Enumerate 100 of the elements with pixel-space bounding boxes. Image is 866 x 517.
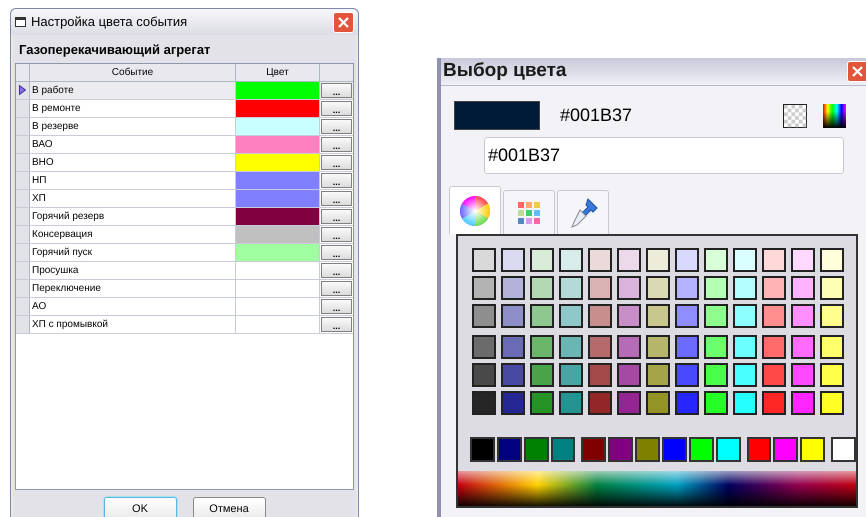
color-swatch[interactable]: [704, 363, 728, 387]
picker-tab[interactable]: [557, 190, 609, 234]
color-swatch[interactable]: [530, 335, 554, 359]
table-row[interactable]: ВАО ...: [16, 136, 353, 154]
color-swatch[interactable]: [791, 335, 815, 359]
table-row[interactable]: Горячий пуск ...: [16, 244, 353, 262]
color-swatch[interactable]: [704, 304, 728, 328]
color-swatch[interactable]: [733, 391, 757, 415]
color-swatch[interactable]: [791, 363, 815, 387]
color-swatch[interactable]: [820, 248, 844, 272]
color-swatch[interactable]: [646, 335, 670, 359]
color-swatch[interactable]: [820, 391, 844, 415]
color-swatch[interactable]: [530, 391, 554, 415]
color-swatch[interactable]: [530, 248, 554, 272]
choose-color-button[interactable]: ...: [321, 316, 352, 332]
color-swatch[interactable]: [773, 437, 798, 462]
color-swatch[interactable]: [733, 335, 757, 359]
color-swatch[interactable]: [675, 363, 699, 387]
color-swatch[interactable]: [524, 437, 549, 462]
color-swatch[interactable]: [733, 248, 757, 272]
color-swatch[interactable]: [559, 335, 583, 359]
table-row[interactable]: В работе ...: [16, 82, 353, 100]
color-swatch[interactable]: [588, 276, 612, 300]
choose-color-button[interactable]: ...: [321, 190, 352, 206]
color-swatch[interactable]: [559, 276, 583, 300]
color-swatch[interactable]: [588, 335, 612, 359]
color-swatch[interactable]: [581, 437, 606, 462]
color-swatch[interactable]: [559, 391, 583, 415]
color-swatch[interactable]: [675, 276, 699, 300]
table-row[interactable]: В резерве ...: [16, 118, 353, 136]
color-swatch[interactable]: [746, 437, 772, 462]
transparency-icon[interactable]: [783, 104, 807, 128]
color-swatch[interactable]: [675, 335, 699, 359]
choose-color-button[interactable]: ...: [321, 100, 352, 116]
color-swatch[interactable]: [470, 437, 495, 462]
color-swatch[interactable]: [501, 248, 525, 272]
table-row[interactable]: Консервация ...: [16, 226, 353, 244]
color-swatch[interactable]: [501, 304, 525, 328]
color-swatch[interactable]: [820, 276, 844, 300]
color-swatch[interactable]: [617, 363, 641, 387]
table-row[interactable]: Горячий резерв ...: [16, 208, 353, 226]
dialog-button[interactable]: Отмена: [192, 496, 266, 517]
color-swatch[interactable]: [496, 437, 522, 462]
color-swatch[interactable]: [588, 363, 612, 387]
color-swatch[interactable]: [501, 276, 525, 300]
table-row[interactable]: Просушка ...: [16, 262, 353, 280]
color-swatch[interactable]: [617, 304, 641, 328]
table-row[interactable]: ХП с промывкой ...: [16, 316, 353, 334]
table-row[interactable]: НП ...: [16, 172, 353, 190]
color-swatch[interactable]: [608, 437, 634, 462]
choose-color-button[interactable]: ...: [321, 118, 352, 134]
color-swatch[interactable]: [530, 276, 554, 300]
color-swatch[interactable]: [559, 304, 583, 328]
close-button[interactable]: [847, 61, 866, 82]
color-swatch[interactable]: [762, 276, 786, 300]
color-swatch[interactable]: [791, 391, 815, 415]
color-swatch[interactable]: [762, 335, 786, 359]
choose-color-button[interactable]: ...: [321, 262, 352, 278]
color-swatch[interactable]: [617, 391, 641, 415]
color-swatch[interactable]: [550, 437, 576, 462]
color-swatch[interactable]: [733, 276, 757, 300]
close-button[interactable]: [333, 12, 354, 32]
color-swatch[interactable]: [762, 391, 786, 415]
color-swatch[interactable]: [501, 363, 525, 387]
table-row[interactable]: В ремонте ...: [16, 100, 353, 118]
color-swatch[interactable]: [704, 276, 728, 300]
color-swatch[interactable]: [791, 276, 815, 300]
color-swatch[interactable]: [472, 248, 496, 272]
color-swatch[interactable]: [704, 335, 728, 359]
color-swatch[interactable]: [820, 363, 844, 387]
color-swatch[interactable]: [762, 248, 786, 272]
choose-color-button[interactable]: ...: [321, 280, 352, 296]
color-swatch[interactable]: [762, 363, 786, 387]
color-swatch[interactable]: [716, 437, 741, 462]
color-swatch[interactable]: [588, 391, 612, 415]
color-swatch[interactable]: [675, 304, 699, 328]
color-swatch[interactable]: [472, 276, 496, 300]
choose-color-button[interactable]: ...: [321, 298, 352, 314]
color-swatch[interactable]: [704, 248, 728, 272]
color-swatch[interactable]: [501, 391, 525, 415]
color-swatch[interactable]: [646, 363, 670, 387]
color-swatch[interactable]: [617, 335, 641, 359]
color-swatch[interactable]: [617, 276, 641, 300]
color-swatch[interactable]: [530, 363, 554, 387]
color-swatch[interactable]: [762, 304, 786, 328]
color-swatch[interactable]: [472, 391, 496, 415]
choose-color-button[interactable]: ...: [321, 82, 352, 98]
color-swatch[interactable]: [646, 248, 670, 272]
color-swatch[interactable]: [588, 304, 612, 328]
color-swatch[interactable]: [704, 391, 728, 415]
dialog-button[interactable]: OK: [104, 496, 176, 517]
color-swatch[interactable]: [472, 363, 496, 387]
color-swatch[interactable]: [472, 304, 496, 328]
color-swatch[interactable]: [733, 363, 757, 387]
color-swatch[interactable]: [831, 437, 856, 462]
color-swatch[interactable]: [559, 363, 583, 387]
choose-color-button[interactable]: ...: [321, 208, 352, 224]
picker-tab[interactable]: [449, 186, 501, 234]
column-header[interactable]: Событие: [30, 64, 236, 80]
color-swatch[interactable]: [791, 304, 815, 328]
